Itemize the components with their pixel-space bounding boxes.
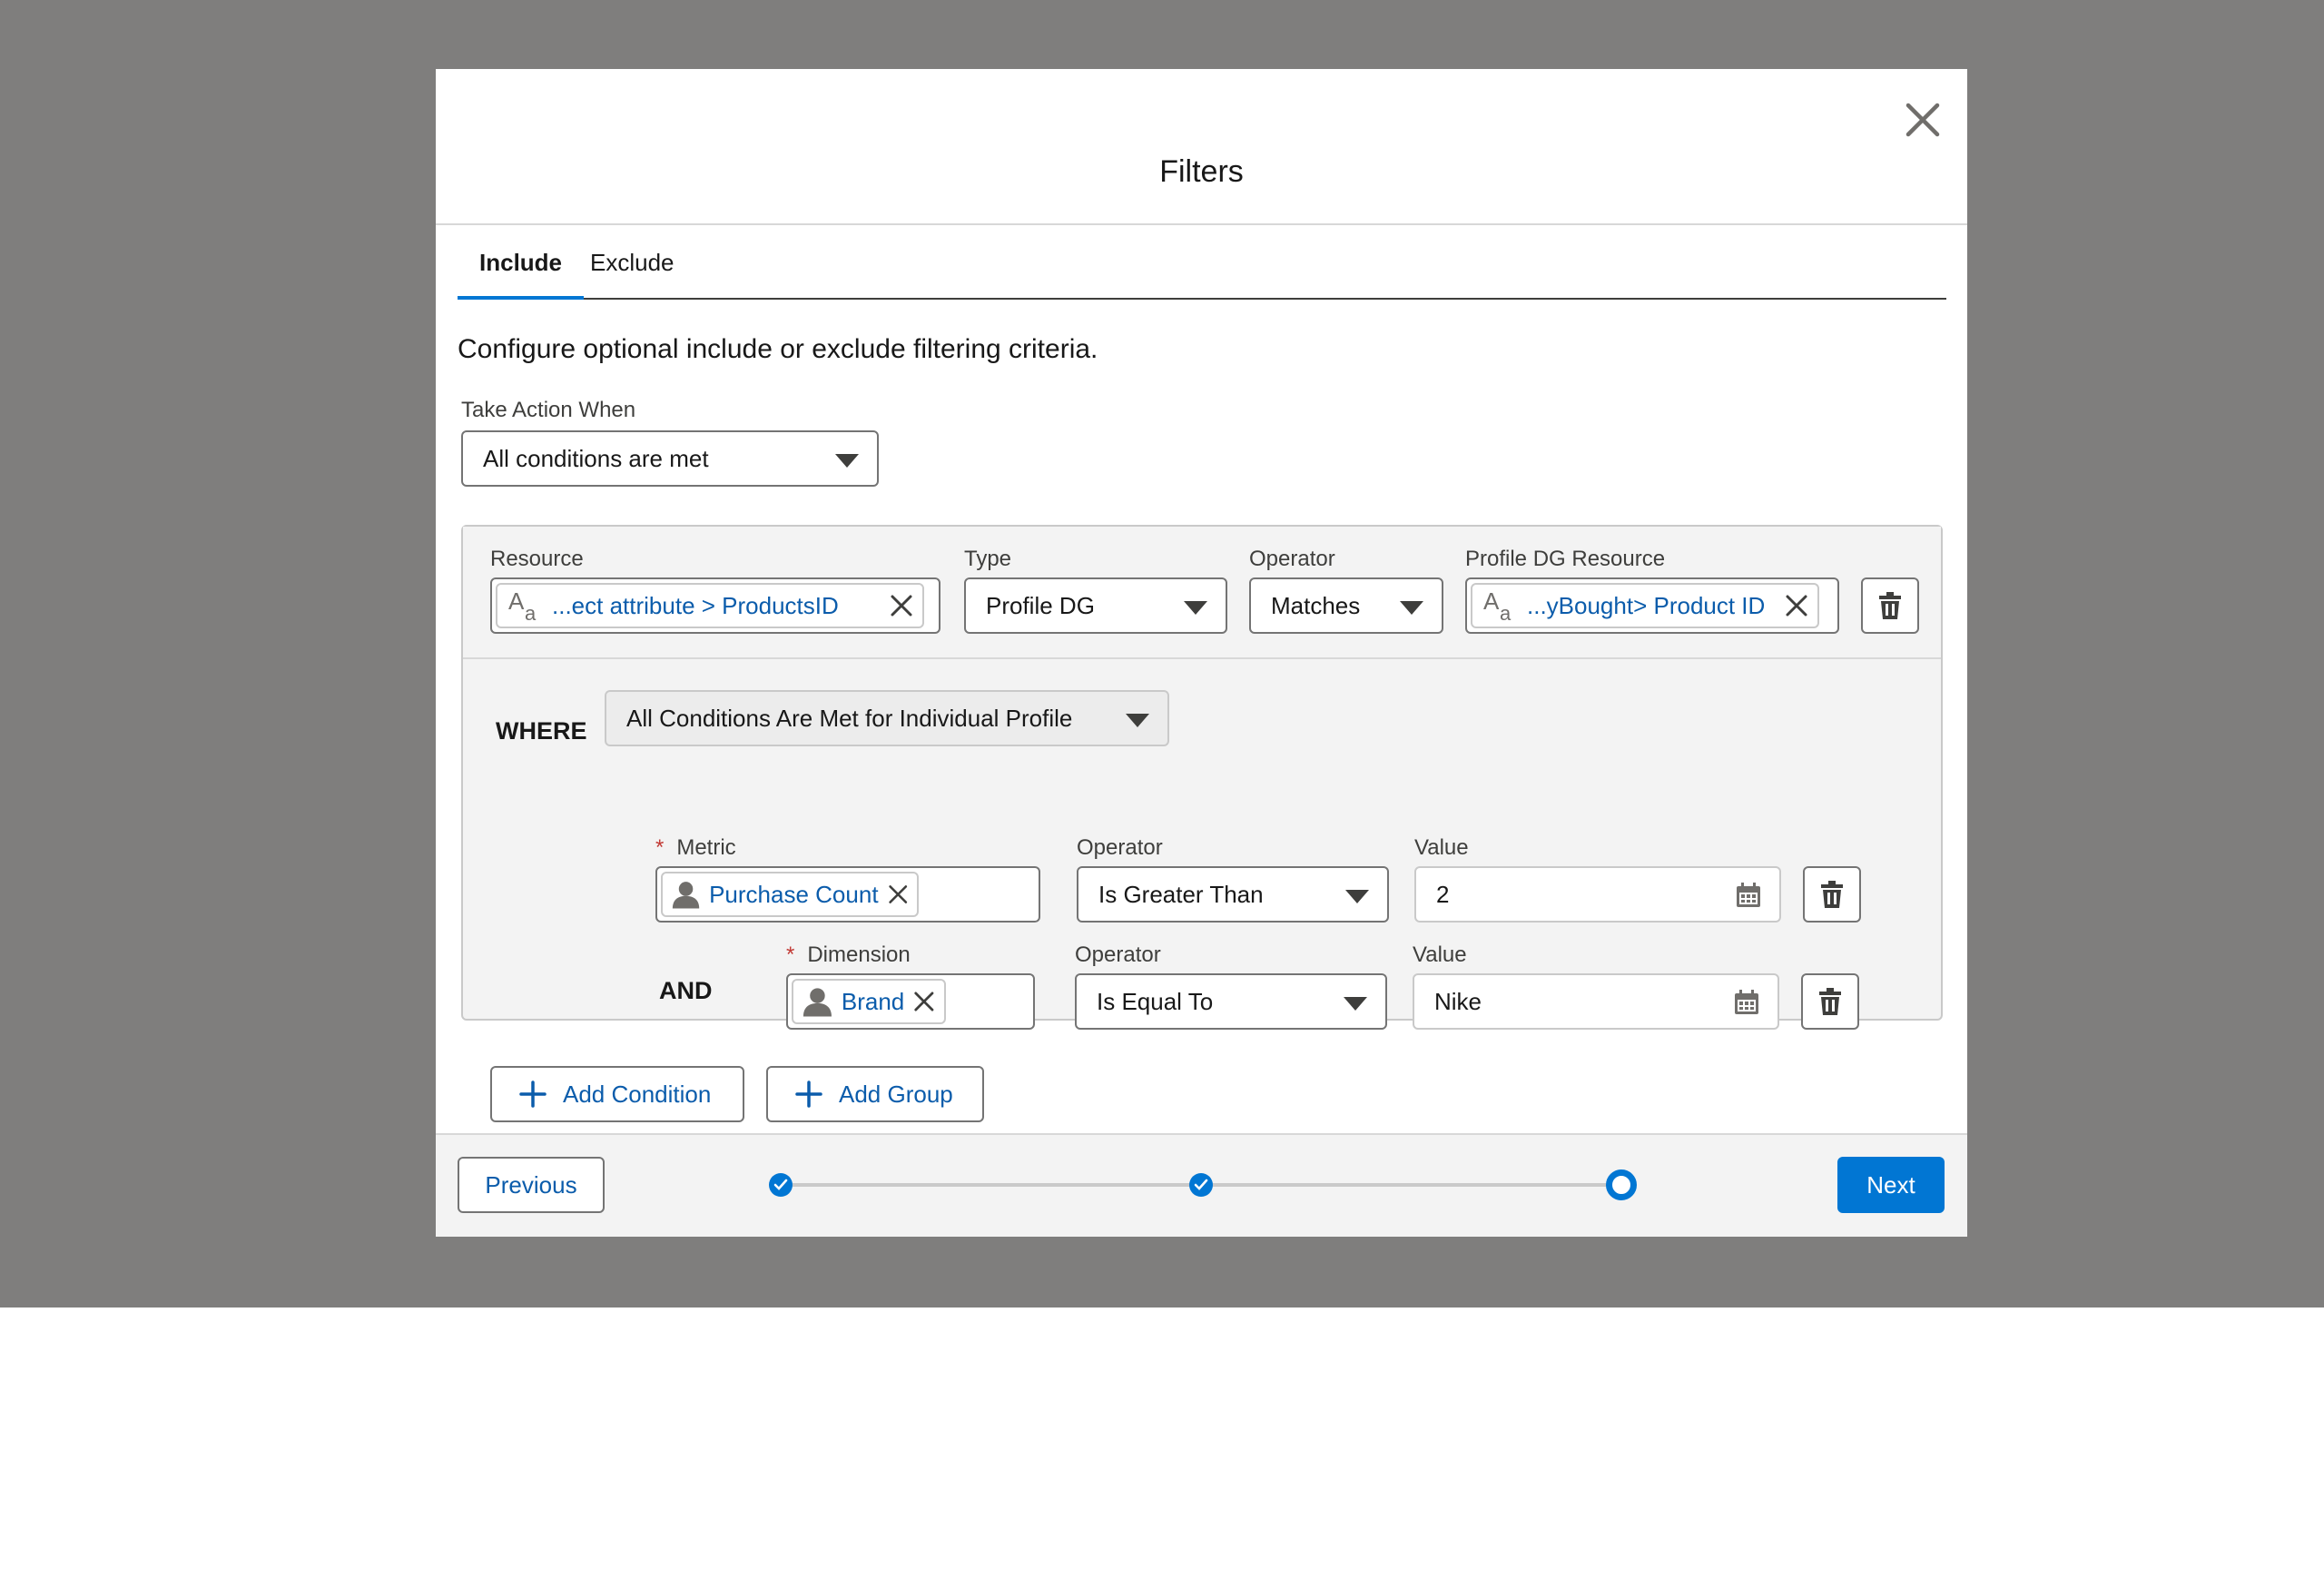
dimension-field[interactable]: Brand — [786, 973, 1035, 1030]
delete-dimension-button[interactable] — [1801, 973, 1859, 1030]
required-indicator: * — [786, 942, 795, 967]
progress-step-1[interactable] — [769, 1173, 793, 1197]
metric-operator-label: Operator — [1077, 835, 1163, 860]
profile-dg-resource-label: Profile DG Resource — [1465, 547, 1666, 571]
required-indicator: * — [655, 835, 665, 860]
add-condition-button[interactable]: Add Condition — [490, 1066, 744, 1122]
close-icon — [1905, 103, 1940, 137]
chevron-down-icon — [1184, 601, 1207, 615]
chevron-down-icon — [835, 454, 859, 468]
dimension-value-input[interactable]: Nike — [1413, 973, 1779, 1030]
profile-dg-resource-field[interactable]: A a ...yBought> Product ID — [1465, 577, 1839, 634]
calendar-icon[interactable] — [1734, 990, 1759, 1015]
trash-icon — [1821, 881, 1843, 908]
metric-value-text: 2 — [1436, 880, 1450, 908]
svg-text:A: A — [508, 587, 525, 615]
check-icon — [1194, 1179, 1208, 1190]
resource-label: Resource — [490, 547, 584, 571]
take-action-label: Take Action When — [461, 398, 636, 422]
operator-select[interactable]: Matches — [1249, 577, 1443, 634]
dimension-value: Brand — [841, 987, 905, 1015]
type-label: Type — [964, 547, 1012, 571]
metric-label: * Metric — [655, 835, 736, 860]
metric-pill: Purchase Count — [661, 872, 919, 917]
remove-icon[interactable] — [913, 990, 935, 1013]
remove-icon[interactable] — [1785, 594, 1808, 617]
take-action-value: All conditions are met — [483, 444, 709, 472]
next-button[interactable]: Next — [1837, 1157, 1945, 1213]
tab-include[interactable]: Include — [458, 225, 585, 300]
chevron-down-icon — [1126, 714, 1149, 727]
user-icon — [803, 988, 832, 1017]
where-value: All Conditions Are Met for Individual Pr… — [626, 704, 1073, 732]
svg-text:a: a — [525, 602, 537, 624]
and-connector: AND — [659, 977, 713, 1004]
add-condition-label: Add Condition — [563, 1080, 712, 1108]
resource-row: Resource A a ...ect attribute > Products… — [463, 527, 1941, 659]
add-group-label: Add Group — [839, 1080, 953, 1108]
dimension-value-label: Value — [1413, 942, 1467, 967]
resource-field[interactable]: A a ...ect attribute > ProductsID — [490, 577, 940, 634]
chevron-down-icon — [1400, 601, 1423, 615]
svg-text:A: A — [1483, 587, 1500, 615]
tab-exclude[interactable]: Exclude — [568, 225, 696, 300]
where-select[interactable]: All Conditions Are Met for Individual Pr… — [605, 690, 1169, 746]
resource-value: ...ect attribute > ProductsID — [552, 591, 839, 619]
dimension-label: * Dimension — [786, 942, 911, 967]
remove-icon[interactable] — [888, 883, 908, 906]
modal-header: Filters — [436, 69, 1967, 225]
dimension-operator-label: Operator — [1075, 942, 1161, 967]
remove-icon[interactable] — [890, 594, 913, 617]
metric-value-label: Value — [1414, 835, 1469, 860]
modal-footer: Previous Next — [436, 1133, 1967, 1237]
operator-value: Matches — [1271, 591, 1361, 619]
intro-text: Configure optional include or exclude fi… — [458, 334, 1098, 364]
metric-value-input[interactable]: 2 — [1414, 866, 1781, 923]
resource-pill: A a ...ect attribute > ProductsID — [496, 583, 924, 628]
filters-modal: Filters Include Exclude Configure option… — [436, 69, 1967, 1237]
modal-title: Filters — [1159, 154, 1244, 189]
plus-icon — [519, 1081, 547, 1108]
svg-text:a: a — [1500, 602, 1512, 624]
plus-icon — [795, 1081, 822, 1108]
dimension-operator-select[interactable]: Is Equal To — [1075, 973, 1387, 1030]
check-icon — [773, 1179, 788, 1190]
text-attribute-icon: A a — [508, 587, 537, 624]
user-icon — [672, 882, 700, 909]
add-group-button[interactable]: Add Group — [766, 1066, 984, 1122]
progress-step-3-current[interactable] — [1606, 1169, 1637, 1200]
condition-group-card: Resource A a ...ect attribute > Products… — [461, 525, 1943, 1030]
delete-resource-button[interactable] — [1861, 577, 1919, 634]
metric-value: Purchase Count — [709, 880, 879, 908]
trash-icon — [1819, 988, 1841, 1015]
close-button[interactable] — [1894, 91, 1952, 149]
trash-icon — [1879, 592, 1901, 619]
type-value: Profile DG — [986, 591, 1095, 619]
profile-dg-resource-value: ...yBought> Product ID — [1527, 591, 1766, 619]
type-select[interactable]: Profile DG — [964, 577, 1227, 634]
dimension-operator-value: Is Equal To — [1097, 987, 1214, 1015]
profile-dg-resource-pill: A a ...yBought> Product ID — [1471, 583, 1819, 628]
progress-step-2[interactable] — [1189, 1173, 1213, 1197]
dimension-pill: Brand — [792, 979, 946, 1024]
chevron-down-icon — [1344, 997, 1367, 1011]
chevron-down-icon — [1345, 890, 1369, 903]
previous-button[interactable]: Previous — [458, 1157, 605, 1213]
tab-bar: Include Exclude — [458, 225, 1946, 300]
where-keyword: WHERE — [496, 717, 587, 745]
delete-metric-button[interactable] — [1803, 866, 1861, 923]
take-action-select[interactable]: All conditions are met — [461, 430, 879, 487]
metric-field[interactable]: Purchase Count — [655, 866, 1040, 923]
metric-operator-select[interactable]: Is Greater Than — [1077, 866, 1389, 923]
dimension-value-text: Nike — [1434, 987, 1482, 1015]
calendar-icon[interactable] — [1736, 883, 1761, 908]
metric-operator-value: Is Greater Than — [1098, 880, 1264, 908]
operator-label: Operator — [1249, 547, 1335, 571]
text-attribute-icon: A a — [1483, 587, 1512, 624]
